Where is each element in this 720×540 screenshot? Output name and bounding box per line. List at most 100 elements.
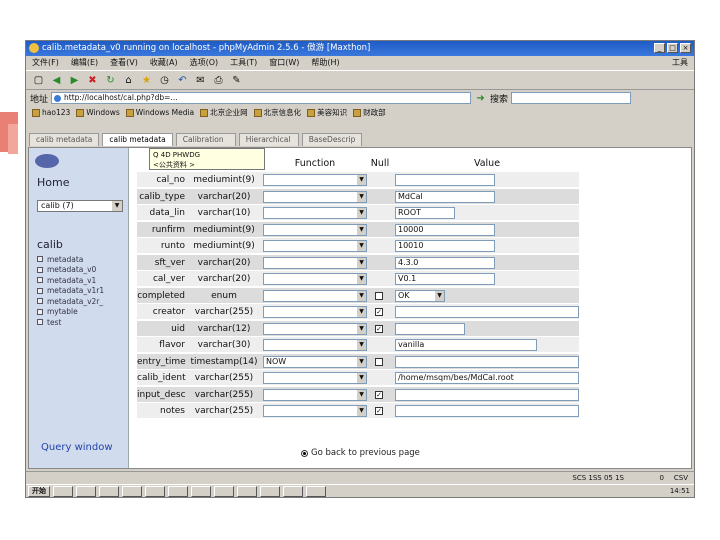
function-select[interactable]: NOW ▼ (263, 355, 367, 368)
value-input[interactable]: ROOT (395, 207, 455, 219)
menu-window[interactable]: 窗口(W) (269, 56, 299, 70)
menu-help[interactable]: 帮助(H) (311, 56, 339, 70)
taskbar-button[interactable] (99, 486, 119, 497)
taskbar-button[interactable] (53, 486, 73, 497)
menu-view[interactable]: 查看(V) (110, 56, 138, 70)
taskbar-button[interactable] (214, 486, 234, 497)
table-item[interactable]: mytable (37, 307, 104, 318)
maximize-button[interactable]: □ (667, 43, 678, 53)
home-link[interactable]: Home (37, 176, 69, 189)
edit-icon[interactable]: ✎ (230, 74, 243, 87)
value-input[interactable] (395, 388, 579, 401)
function-select[interactable]: ▼ (263, 289, 367, 302)
function-select[interactable]: ▼ (263, 339, 367, 351)
home-icon[interactable]: ⌂ (122, 74, 135, 87)
function-select[interactable]: ▼ (263, 405, 367, 417)
taskbar-button[interactable] (237, 486, 257, 497)
search-input[interactable] (511, 92, 632, 104)
null-checkbox[interactable]: ✓ (375, 308, 383, 316)
menu-options[interactable]: 选项(O) (190, 56, 219, 70)
value-input[interactable] (395, 322, 465, 335)
tab-calibration[interactable]: Calibration (175, 133, 236, 146)
favorites-icon[interactable]: ★ (140, 74, 153, 87)
start-button[interactable]: 开始 (28, 486, 50, 497)
favorite-item[interactable]: 美容知识 (307, 107, 347, 118)
database-select[interactable]: calib (7) ▼ (37, 200, 123, 212)
taskbar-button[interactable] (191, 486, 211, 497)
taskbar-button[interactable] (145, 486, 165, 497)
stop-icon[interactable]: ✖ (86, 74, 99, 87)
go-icon[interactable]: ➜ (474, 92, 487, 105)
value-input[interactable]: /home/msqm/bes/MdCal.root (395, 372, 579, 384)
taskbar-button[interactable] (76, 486, 96, 497)
table-item[interactable]: metadata_v0 (37, 265, 104, 276)
database-name[interactable]: calib (37, 238, 63, 251)
taskbar-button[interactable] (283, 486, 303, 497)
print-icon[interactable]: ⎙ (212, 74, 225, 87)
function-select[interactable]: ▼ (263, 306, 367, 318)
null-checkbox[interactable] (375, 357, 383, 366)
favorite-item[interactable]: 财政部 (353, 107, 386, 118)
url-input[interactable]: http://localhost/cal.php?db=... (51, 92, 472, 104)
taskbar-button[interactable] (260, 486, 280, 497)
tab-basedescrip[interactable]: BaseDescrip (301, 133, 363, 146)
value-input[interactable] (395, 355, 579, 368)
favorite-item[interactable]: 北京信息化 (253, 107, 301, 118)
menu-edit[interactable]: 编辑(E) (71, 56, 98, 70)
value-input[interactable]: vanilla (395, 339, 537, 351)
value-input[interactable] (395, 405, 579, 417)
function-select[interactable]: ▼ (263, 207, 367, 219)
function-select[interactable]: ▼ (263, 273, 367, 285)
favorite-item[interactable]: hao123 (32, 108, 70, 117)
back-icon[interactable]: ◀ (50, 74, 63, 87)
function-select[interactable]: ▼ (263, 256, 367, 269)
mail-icon[interactable]: ✉ (194, 74, 207, 87)
null-checkbox[interactable]: ✓ (375, 390, 383, 399)
forward-icon[interactable]: ▶ (68, 74, 81, 87)
value-input[interactable] (395, 174, 495, 186)
go-back-option[interactable]: Go back to previous page (301, 448, 420, 458)
value-input[interactable] (395, 306, 579, 318)
close-button[interactable]: × (680, 43, 691, 53)
null-checkbox[interactable] (375, 291, 383, 300)
value-input[interactable]: 4.3.0 (395, 256, 495, 269)
query-window-link[interactable]: Query window (41, 442, 113, 453)
null-checkbox[interactable]: ✓ (375, 324, 383, 333)
menu-favorites[interactable]: 收藏(A) (150, 56, 178, 70)
menu-tools[interactable]: 工具(T) (230, 56, 257, 70)
value-input[interactable]: 10010 (395, 240, 495, 252)
function-select[interactable]: ▼ (263, 372, 367, 384)
tab-calib-metadata-active[interactable]: calib metadata (102, 133, 173, 146)
status-csv[interactable]: CSV (674, 472, 688, 484)
favorite-item[interactable]: Windows Media (125, 108, 194, 117)
function-select[interactable]: ▼ (263, 190, 367, 203)
function-select[interactable]: ▼ (263, 240, 367, 252)
refresh-icon[interactable]: ↻ (104, 74, 117, 87)
function-select[interactable]: ▼ (263, 223, 367, 236)
table-item[interactable]: metadata (37, 254, 104, 265)
new-icon[interactable]: ▢ (32, 74, 45, 87)
undo-icon[interactable]: ↶ (176, 74, 189, 87)
tab-calib-metadata[interactable]: calib metadata (29, 133, 100, 146)
go-back-radio[interactable] (301, 449, 308, 457)
null-checkbox[interactable]: ✓ (375, 407, 383, 415)
menu-file[interactable]: 文件(F) (32, 56, 59, 70)
favorite-item[interactable]: Windows (76, 108, 120, 117)
table-item[interactable]: metadata_v1r1 (37, 286, 104, 297)
history-icon[interactable]: ◷ (158, 74, 171, 87)
table-item[interactable]: test (37, 317, 104, 328)
function-select[interactable]: ▼ (263, 322, 367, 335)
tab-hierarchical[interactable]: Hierarchical (238, 133, 299, 146)
minimize-button[interactable]: _ (654, 43, 665, 53)
function-select[interactable]: ▼ (263, 174, 367, 186)
favorite-item[interactable]: 北京企业网 (200, 107, 248, 118)
table-item[interactable]: metadata_v2r_ (37, 296, 104, 307)
phpmyadmin-logo[interactable] (35, 152, 95, 174)
value-input[interactable]: V0.1 (395, 273, 495, 285)
taskbar-button[interactable] (306, 486, 326, 497)
value-select[interactable]: OK ▼ (395, 289, 445, 302)
value-input[interactable]: MdCal (395, 190, 495, 203)
menu-right-tools[interactable]: 工具 (672, 56, 688, 70)
function-select[interactable]: ▼ (263, 388, 367, 401)
taskbar-button[interactable] (168, 486, 188, 497)
